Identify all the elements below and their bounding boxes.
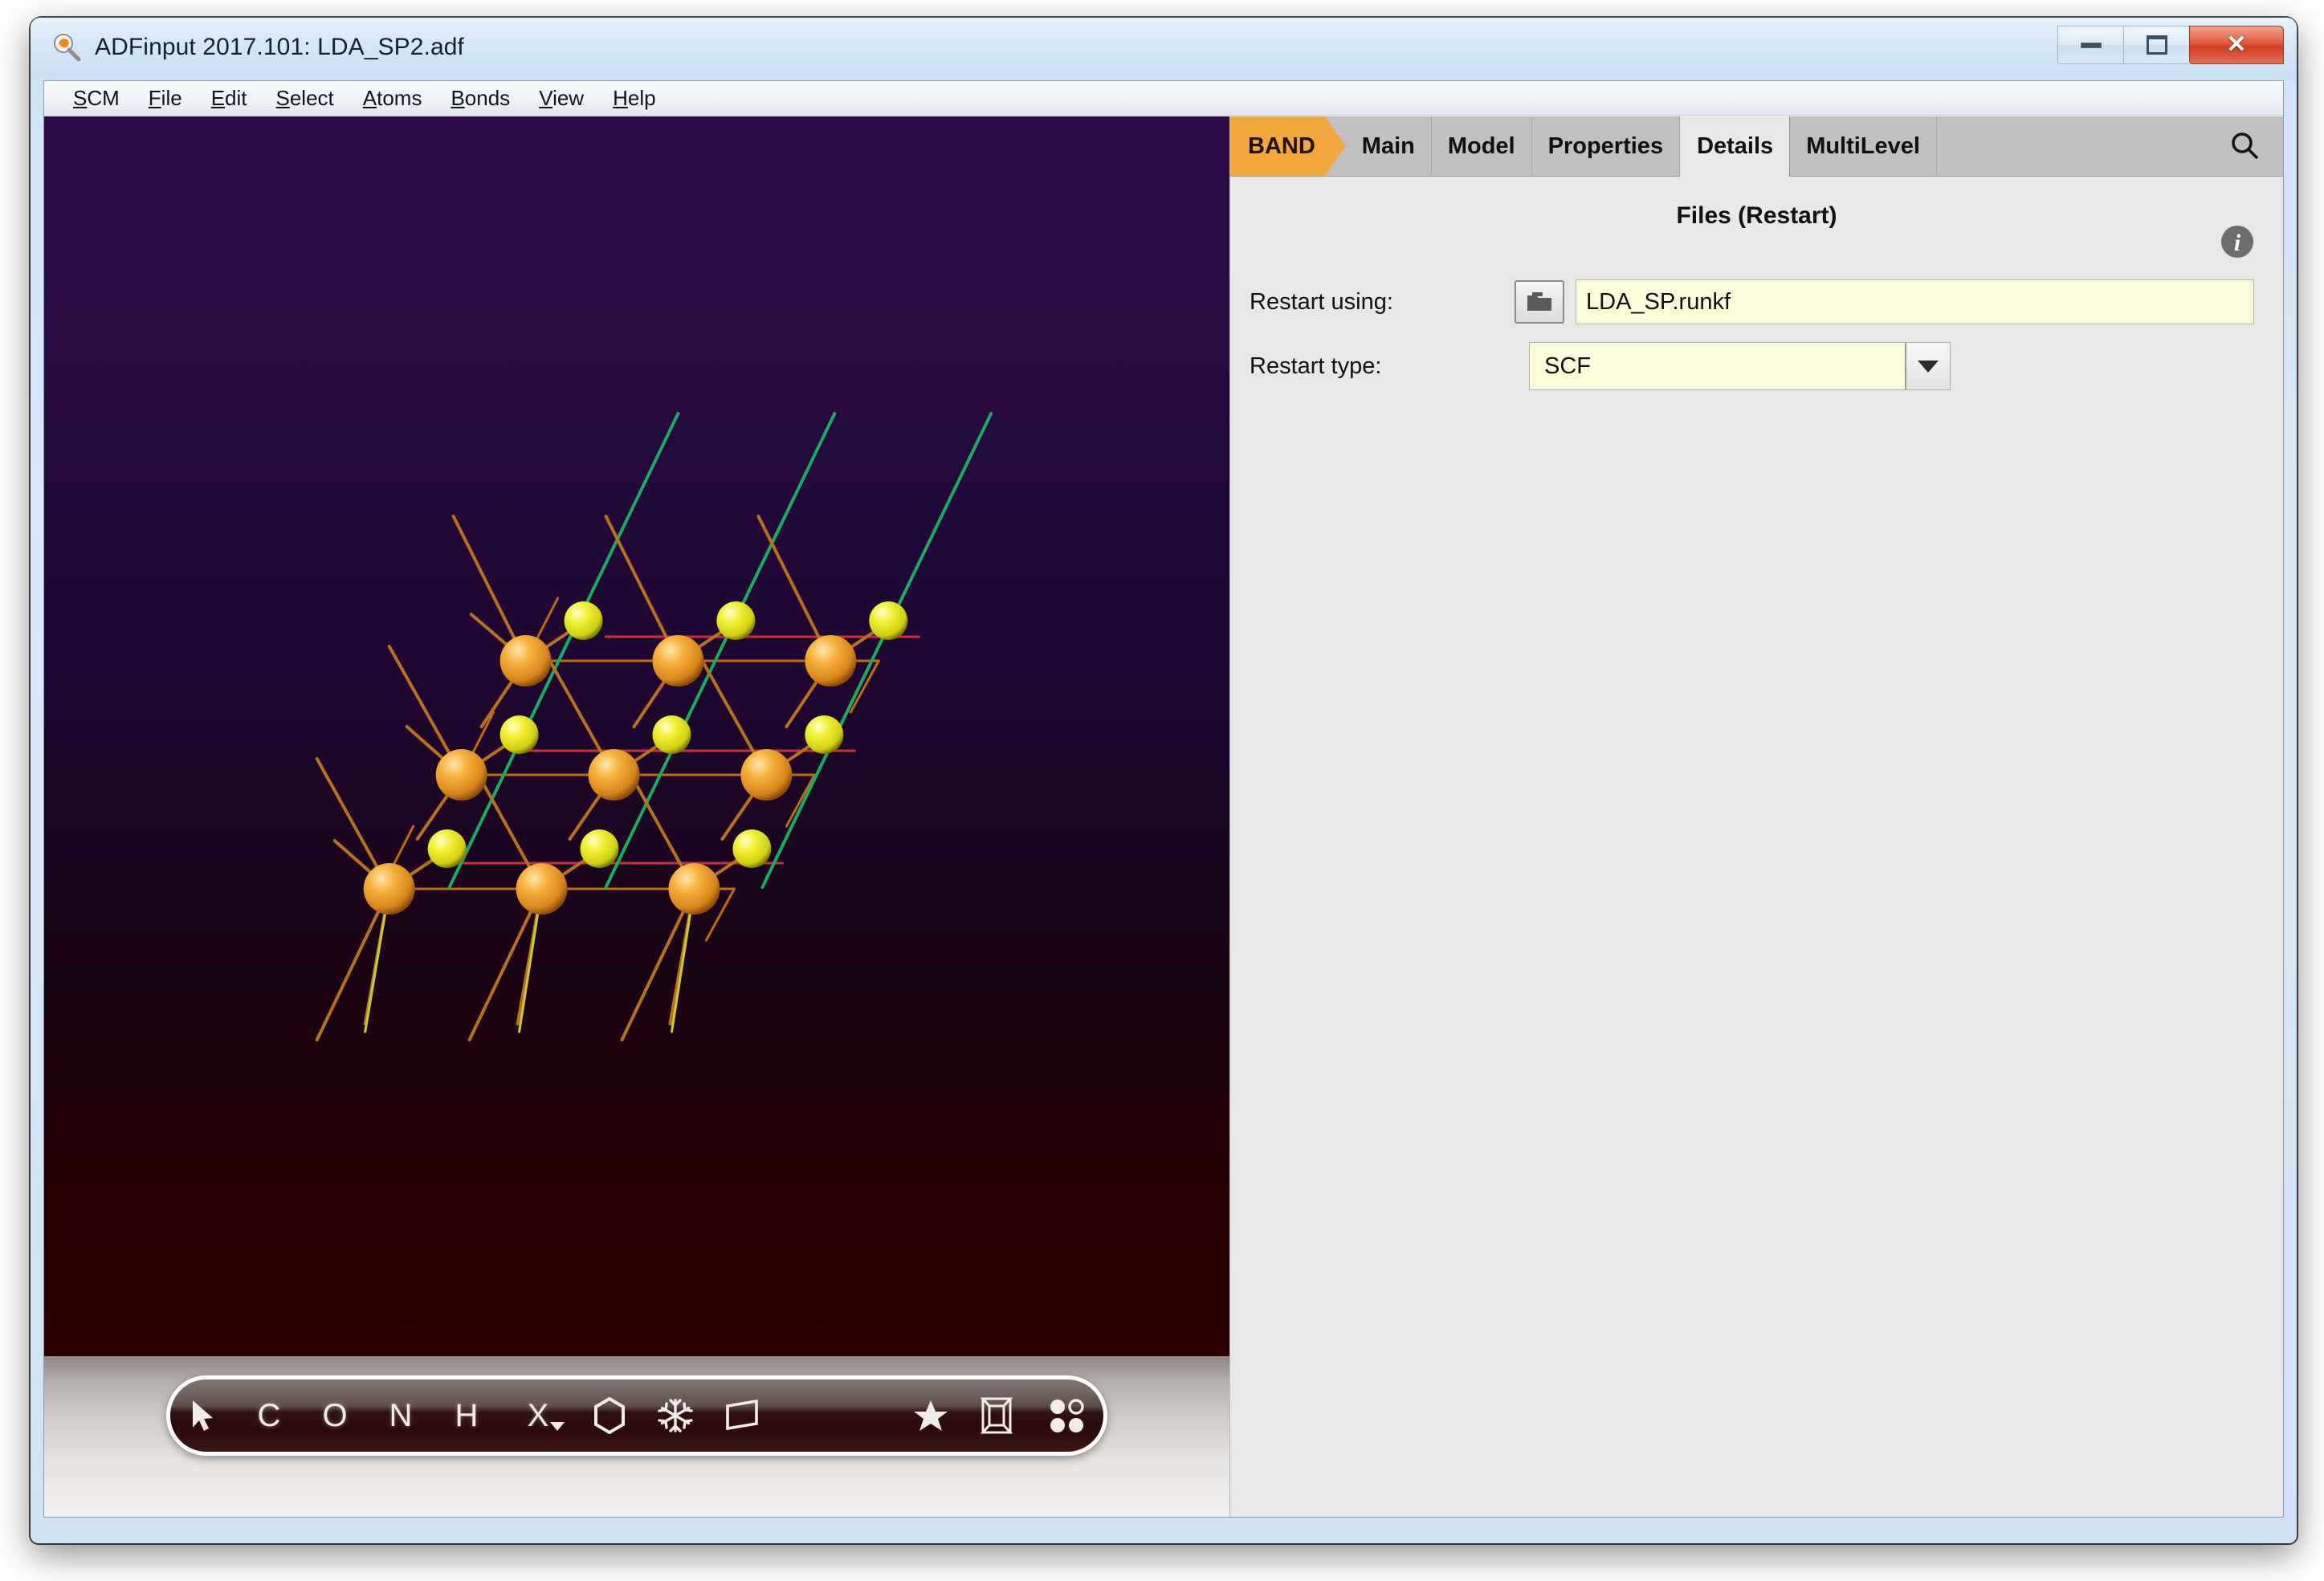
form-row-restart-type: Restart type: SCF — [1230, 342, 2283, 390]
favorite-star-icon[interactable] — [898, 1379, 964, 1452]
triangle-glyph — [1918, 360, 1939, 373]
oxygen-tool-button[interactable]: O — [302, 1379, 368, 1452]
maximize-icon — [2146, 35, 2167, 55]
unit-cell-box-icon[interactable] — [964, 1379, 1029, 1452]
maximize-button[interactable] — [2123, 26, 2189, 64]
program-tab-band[interactable]: BAND — [1230, 116, 1346, 176]
viewport-tool-strip: C O N H X — [44, 1356, 1229, 1517]
tab-multilevel[interactable]: MultiLevel — [1790, 116, 1937, 176]
restart-type-value: SCF — [1544, 352, 1591, 379]
settings-panel: BAND Main Model Properties Details Multi… — [1230, 116, 2283, 1517]
title-bar-left: ADFinput 2017.101: LDA_SP2.adf — [51, 32, 464, 63]
menu-item-help[interactable]: Help — [598, 83, 670, 114]
menu-item-view[interactable]: View — [524, 83, 598, 114]
snowflake-crystal-icon[interactable] — [642, 1379, 708, 1452]
close-icon: ✕ — [2226, 31, 2247, 58]
search-icon[interactable] — [2206, 116, 2283, 176]
restart-type-dropdown[interactable]: SCF — [1529, 342, 1951, 390]
client-area: SCM File Edit Select Atoms Bonds View He… — [43, 80, 2284, 1518]
info-icon[interactable]: i — [2219, 223, 2256, 264]
menu-item-atoms[interactable]: Atoms — [349, 83, 437, 114]
carbon-tool-button[interactable]: C — [236, 1379, 302, 1452]
window-controls: ✕ — [2057, 26, 2284, 64]
menu-item-file[interactable]: File — [134, 83, 197, 114]
menu-bar: SCM File Edit Select Atoms Bonds View He… — [44, 81, 2283, 116]
svg-text:i: i — [2234, 230, 2241, 256]
nitrogen-tool-button[interactable]: N — [368, 1379, 434, 1452]
slab-plane-icon[interactable] — [708, 1379, 774, 1452]
atom-toolbar: C O N H X — [166, 1375, 1107, 1456]
folder-icon[interactable] — [1515, 280, 1564, 324]
label-restart-type: Restart type: — [1250, 352, 1382, 379]
form-row-restart-using: Restart using: LDA_SP.runkf — [1230, 279, 2283, 324]
body-split: C O N H X BAND Main Model Properties Det… — [44, 116, 2283, 1517]
panel-body: Files (Restart) i Restart using: LDA_SP.… — [1230, 202, 2283, 390]
menu-item-select[interactable]: Select — [262, 83, 349, 114]
tab-properties[interactable]: Properties — [1531, 116, 1681, 176]
molecule-viewport[interactable] — [44, 116, 1229, 1393]
select-tool-icon[interactable] — [170, 1379, 236, 1452]
menu-item-edit[interactable]: Edit — [197, 83, 262, 114]
tab-bar-spacer — [1937, 116, 2206, 176]
window-title: ADFinput 2017.101: LDA_SP2.adf — [95, 34, 464, 60]
minimize-icon — [2080, 42, 2102, 48]
title-bar: ADFinput 2017.101: LDA_SP2.adf ✕ — [31, 18, 2297, 80]
tab-main[interactable]: Main — [1345, 116, 1432, 176]
lattice-render — [315, 412, 993, 1041]
element-picker-button[interactable]: X — [499, 1379, 577, 1452]
section-heading: Files (Restart) — [1676, 202, 1837, 229]
chevron-down-icon[interactable] — [1905, 343, 1950, 389]
magnifier-icon — [54, 34, 81, 62]
minimize-button[interactable] — [2057, 26, 2123, 64]
application-window: ADFinput 2017.101: LDA_SP2.adf ✕ SCM Fil… — [31, 18, 2297, 1543]
menu-item-bonds[interactable]: Bonds — [436, 83, 524, 114]
tab-details[interactable]: Details — [1680, 116, 1791, 177]
restart-using-input[interactable]: LDA_SP.runkf — [1576, 279, 2254, 324]
atoms-dots-icon[interactable] — [1029, 1379, 1103, 1452]
close-button[interactable]: ✕ — [2189, 26, 2284, 64]
tab-model[interactable]: Model — [1431, 116, 1532, 176]
tab-bar: BAND Main Model Properties Details Multi… — [1230, 116, 2283, 177]
menu-item-scm[interactable]: SCM — [59, 83, 134, 114]
label-restart-using: Restart using: — [1250, 288, 1393, 315]
viewport-container: C O N H X — [44, 116, 1230, 1517]
benzene-ring-icon[interactable] — [577, 1379, 642, 1452]
hydrogen-tool-button[interactable]: H — [434, 1379, 499, 1452]
